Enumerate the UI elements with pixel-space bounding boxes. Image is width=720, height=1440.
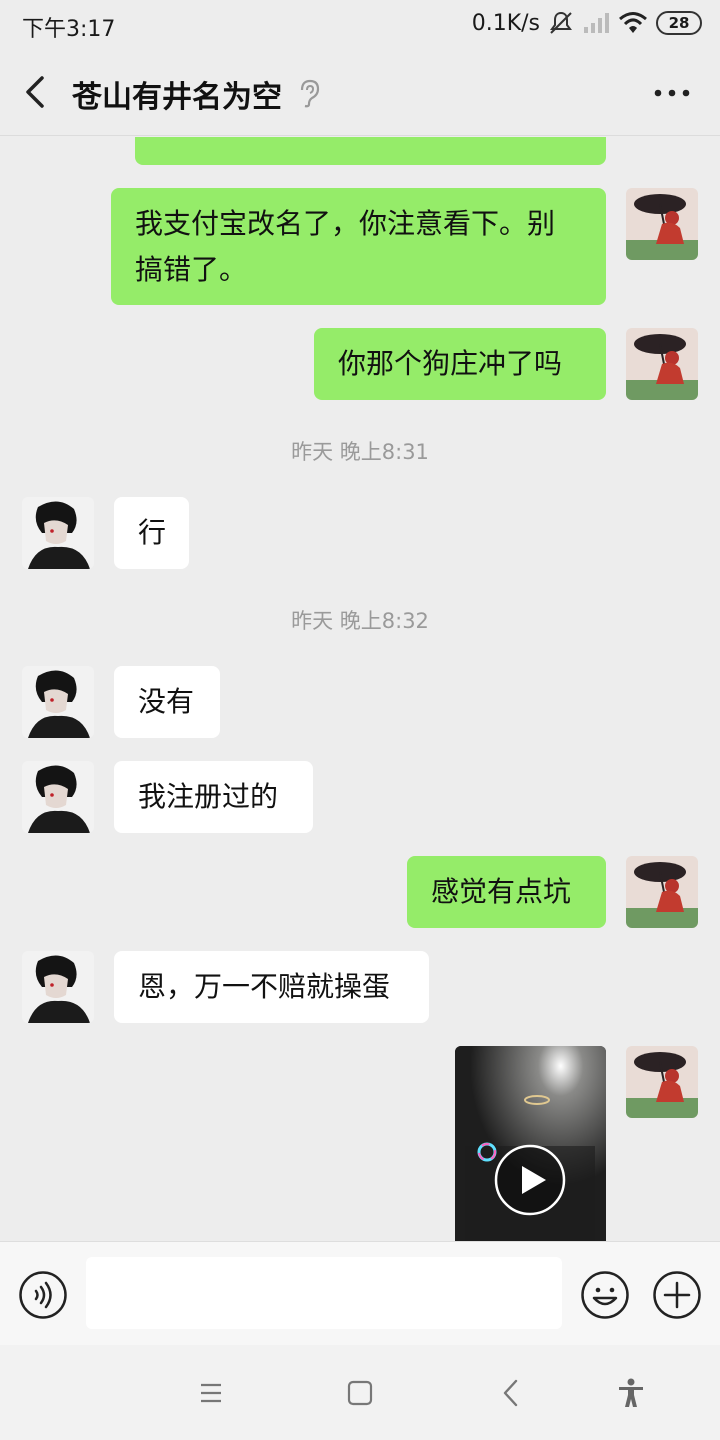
my-avatar[interactable] bbox=[626, 856, 698, 928]
home-icon[interactable] bbox=[342, 1375, 378, 1411]
voice-icon[interactable] bbox=[18, 1270, 68, 1320]
my-avatar[interactable] bbox=[626, 1046, 698, 1118]
emoji-icon[interactable] bbox=[580, 1270, 630, 1320]
my-avatar[interactable] bbox=[626, 188, 698, 260]
back-icon[interactable] bbox=[18, 72, 54, 112]
input-bar bbox=[0, 1241, 720, 1345]
play-icon[interactable] bbox=[494, 1144, 566, 1216]
net-speed: 0.1K/s bbox=[471, 10, 540, 36]
status-time: 下午3:17 bbox=[22, 17, 116, 42]
chat-area[interactable]: 呢。 我支付宝改名了，你注意看下。别 搞错了。 你那个狗庄冲了吗 昨天 晚上8:… bbox=[0, 137, 720, 1241]
menu-icon[interactable] bbox=[193, 1375, 229, 1411]
chat-header: 苍山有井名为空 bbox=[0, 48, 720, 136]
ear-icon bbox=[300, 79, 320, 108]
more-icon[interactable] bbox=[652, 78, 692, 108]
timestamp: 昨天 晚上8:31 bbox=[291, 440, 429, 464]
status-right: 0.1K/s 28 bbox=[472, 10, 702, 36]
chat-title: 苍山有井名为空 bbox=[72, 80, 282, 115]
message-bubble[interactable]: 恩，万一不赔就操蛋 bbox=[114, 951, 429, 1023]
contact-avatar[interactable] bbox=[22, 761, 94, 833]
message-bubble[interactable]: 我注册过的 bbox=[114, 761, 313, 833]
message-bubble[interactable]: 没有 bbox=[114, 666, 220, 738]
mute-icon bbox=[550, 11, 572, 34]
my-avatar[interactable] bbox=[626, 328, 698, 400]
timestamp: 昨天 晚上8:32 bbox=[291, 609, 429, 633]
accessibility-icon[interactable] bbox=[613, 1375, 649, 1411]
message-bubble[interactable]: 感觉有点坑 bbox=[407, 856, 606, 928]
message-input[interactable] bbox=[86, 1257, 562, 1329]
video-message[interactable] bbox=[455, 1046, 606, 1241]
message-bubble[interactable]: 行 bbox=[114, 497, 189, 569]
contact-avatar[interactable] bbox=[22, 497, 94, 569]
battery-indicator: 28 bbox=[656, 11, 702, 35]
contact-avatar[interactable] bbox=[22, 951, 94, 1023]
back-nav-icon[interactable] bbox=[494, 1375, 530, 1411]
message-bubble[interactable]: 你那个狗庄冲了吗 bbox=[314, 328, 606, 400]
signal-icon bbox=[584, 13, 609, 33]
contact-avatar[interactable] bbox=[22, 666, 94, 738]
message-bubble[interactable]: 我支付宝改名了，你注意看下。别 搞错了。 bbox=[111, 188, 606, 305]
message-bubble[interactable]: 呢。 bbox=[135, 137, 606, 165]
system-nav-bar bbox=[0, 1345, 720, 1440]
plus-icon[interactable] bbox=[652, 1270, 702, 1320]
status-bar: 下午3:17 0.1K/s 28 bbox=[0, 0, 720, 48]
wifi-icon bbox=[619, 12, 647, 33]
